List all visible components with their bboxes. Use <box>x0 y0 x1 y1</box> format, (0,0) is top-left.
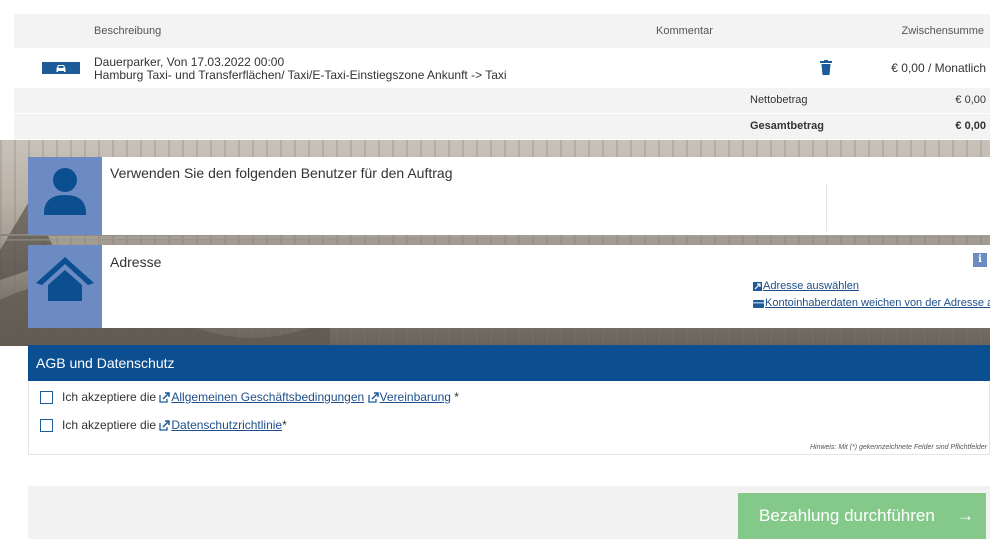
total-value: € 0,00 <box>955 120 986 132</box>
trash-icon[interactable] <box>820 60 832 78</box>
terms-required-mark: * <box>450 390 459 404</box>
pay-button-label: Bezahlung durchführen <box>759 506 935 525</box>
arrow-right-icon: → <box>957 506 974 525</box>
external-link-icon <box>753 282 762 294</box>
card-icon <box>753 299 764 311</box>
car-icon <box>42 62 80 74</box>
privacy-prefix: Ich akzeptiere die <box>62 418 160 432</box>
select-address-link[interactable]: Adresse auswählen <box>763 280 859 292</box>
table-row: Dauerparker, Von 17.03.2022 00:00 Hambur… <box>14 48 990 88</box>
privacy-link[interactable]: Datenschutzrichtlinie <box>171 418 282 432</box>
agb-body: Ich akzeptiere die Allgemeinen Geschäfts… <box>28 381 990 455</box>
user-panel-title: Verwenden Sie den folgenden Benutzer für… <box>110 165 453 181</box>
agb-header: AGB und Datenschutz <box>28 345 990 381</box>
pay-button[interactable]: Bezahlung durchführen → <box>738 493 986 539</box>
net-row: Nettobetrag € 0,00 <box>14 88 990 113</box>
house-icon <box>36 257 94 301</box>
info-icon[interactable]: i <box>973 253 987 267</box>
privacy-checkbox[interactable] <box>40 419 53 432</box>
header-comment: Kommentar <box>656 25 713 37</box>
item-line-2: Hamburg Taxi- und Transferflächen/ Taxi/… <box>94 68 507 82</box>
account-holder-link-row[interactable]: Kontoinhaberdaten weichen von der Adress… <box>753 297 990 311</box>
item-description: Dauerparker, Von 17.03.2022 00:00 Hambur… <box>94 56 507 82</box>
privacy-text: Ich akzeptiere die Datenschutzrichtlinie… <box>62 418 287 434</box>
terms-link[interactable]: Allgemeinen Geschäftsbedingungen <box>171 390 364 404</box>
external-link-icon <box>159 420 171 434</box>
agreement-link[interactable]: Vereinbarung <box>380 390 451 404</box>
terms-prefix: Ich akzeptiere die <box>62 390 160 404</box>
select-address-link-row[interactable]: Adresse auswählen <box>753 280 859 294</box>
agb-title: AGB und Datenschutz <box>36 355 175 371</box>
terms-text: Ich akzeptiere die Allgemeinen Geschäfts… <box>62 390 459 406</box>
net-value: € 0,00 <box>955 94 986 106</box>
total-row: Gesamtbetrag € 0,00 <box>14 113 990 139</box>
external-link-icon <box>159 392 171 406</box>
required-fields-hint: Hinweis: Mit (*) gekennzeichnete Felder … <box>809 444 987 451</box>
item-subtotal: € 0,00 / Monatlich <box>891 61 986 75</box>
external-link-icon <box>367 392 379 406</box>
header-subtotal: Zwischensumme <box>901 25 984 37</box>
user-avatar-box <box>28 157 102 235</box>
order-table-header: Beschreibung Kommentar Zwischensumme <box>14 14 990 48</box>
header-description: Beschreibung <box>94 25 162 37</box>
address-avatar-box <box>28 245 102 328</box>
terms-checkbox[interactable] <box>40 391 53 404</box>
total-label: Gesamtbetrag <box>750 120 824 132</box>
user-icon <box>44 168 86 215</box>
privacy-required-mark: * <box>282 418 287 432</box>
net-label: Nettobetrag <box>750 94 808 106</box>
account-holder-link[interactable]: Kontoinhaberdaten weichen von der Adress… <box>765 297 990 309</box>
address-panel-title: Adresse <box>110 254 162 270</box>
